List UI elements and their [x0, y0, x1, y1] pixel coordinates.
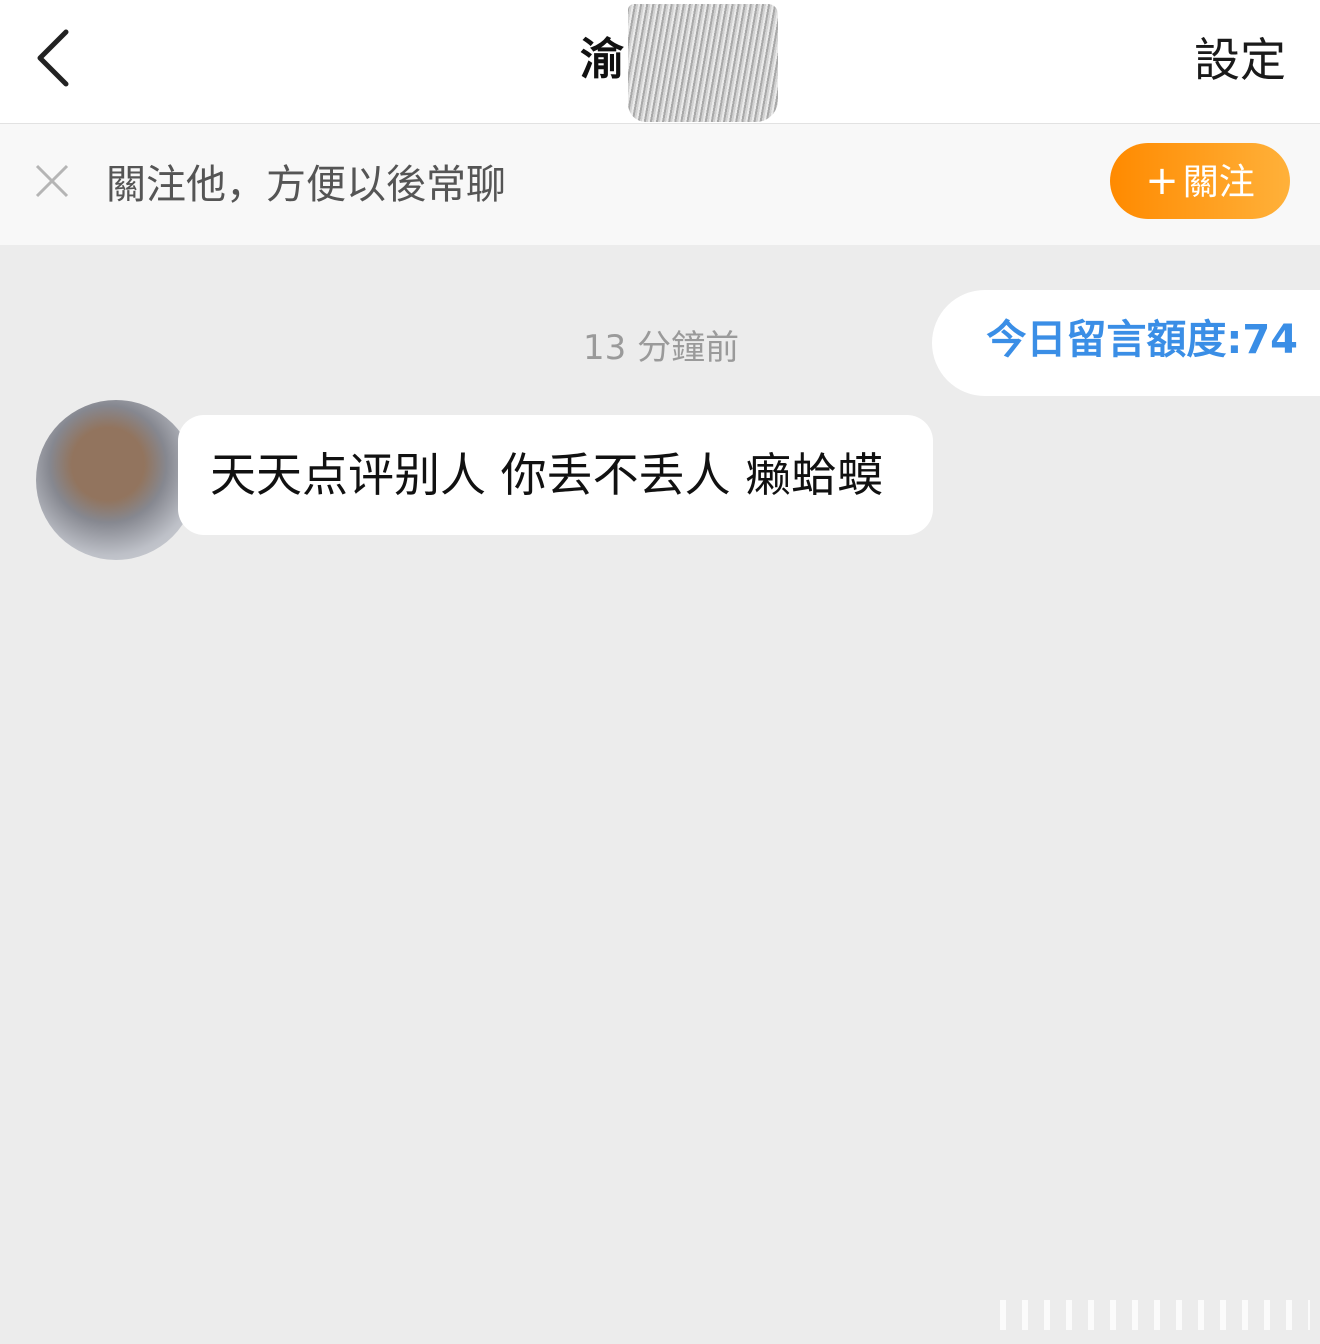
follow-banner: 關注他，方便以後常聊 + 關注 [0, 124, 1320, 245]
message-quota-badge: 今日留言額度:74 [932, 290, 1320, 396]
back-button[interactable] [22, 22, 86, 94]
follow-button[interactable]: + 關注 [1110, 143, 1290, 219]
avatar[interactable] [36, 400, 196, 560]
chevron-left-icon [37, 29, 69, 87]
page-title: 渝 [580, 34, 624, 85]
message-quota-text: 今日留言額度:74 [986, 317, 1298, 363]
message-text: 天天点评别人 你丢不丢人 癞蛤蟆 [210, 448, 884, 502]
close-banner-button[interactable] [34, 163, 70, 199]
settings-button[interactable]: 設定 [1194, 30, 1286, 90]
message-timestamp: 13 分鐘前 [583, 328, 740, 368]
plus-icon: + [1145, 158, 1179, 204]
watermark [1000, 1300, 1310, 1330]
follow-button-label: 關注 [1182, 162, 1255, 203]
follow-prompt-text: 關注他，方便以後常聊 [106, 162, 506, 208]
message-bubble[interactable]: 天天点评别人 你丢不丢人 癞蛤蟆 [178, 415, 933, 535]
close-icon [35, 164, 69, 198]
navigation-bar: 渝 設定 [0, 0, 1320, 124]
redaction-mark [628, 4, 778, 122]
